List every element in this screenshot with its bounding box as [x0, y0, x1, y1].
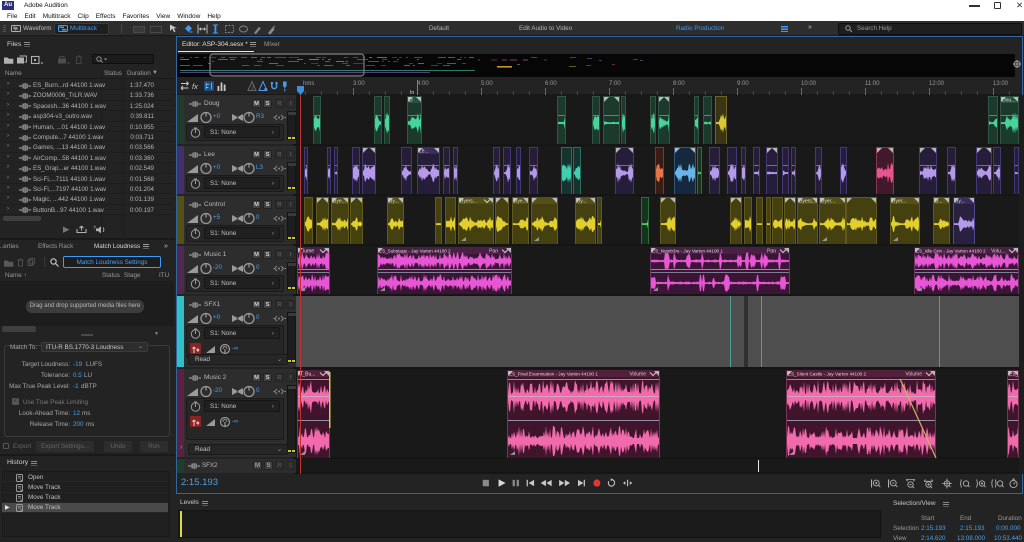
svg-text:fx: fx [192, 82, 198, 91]
